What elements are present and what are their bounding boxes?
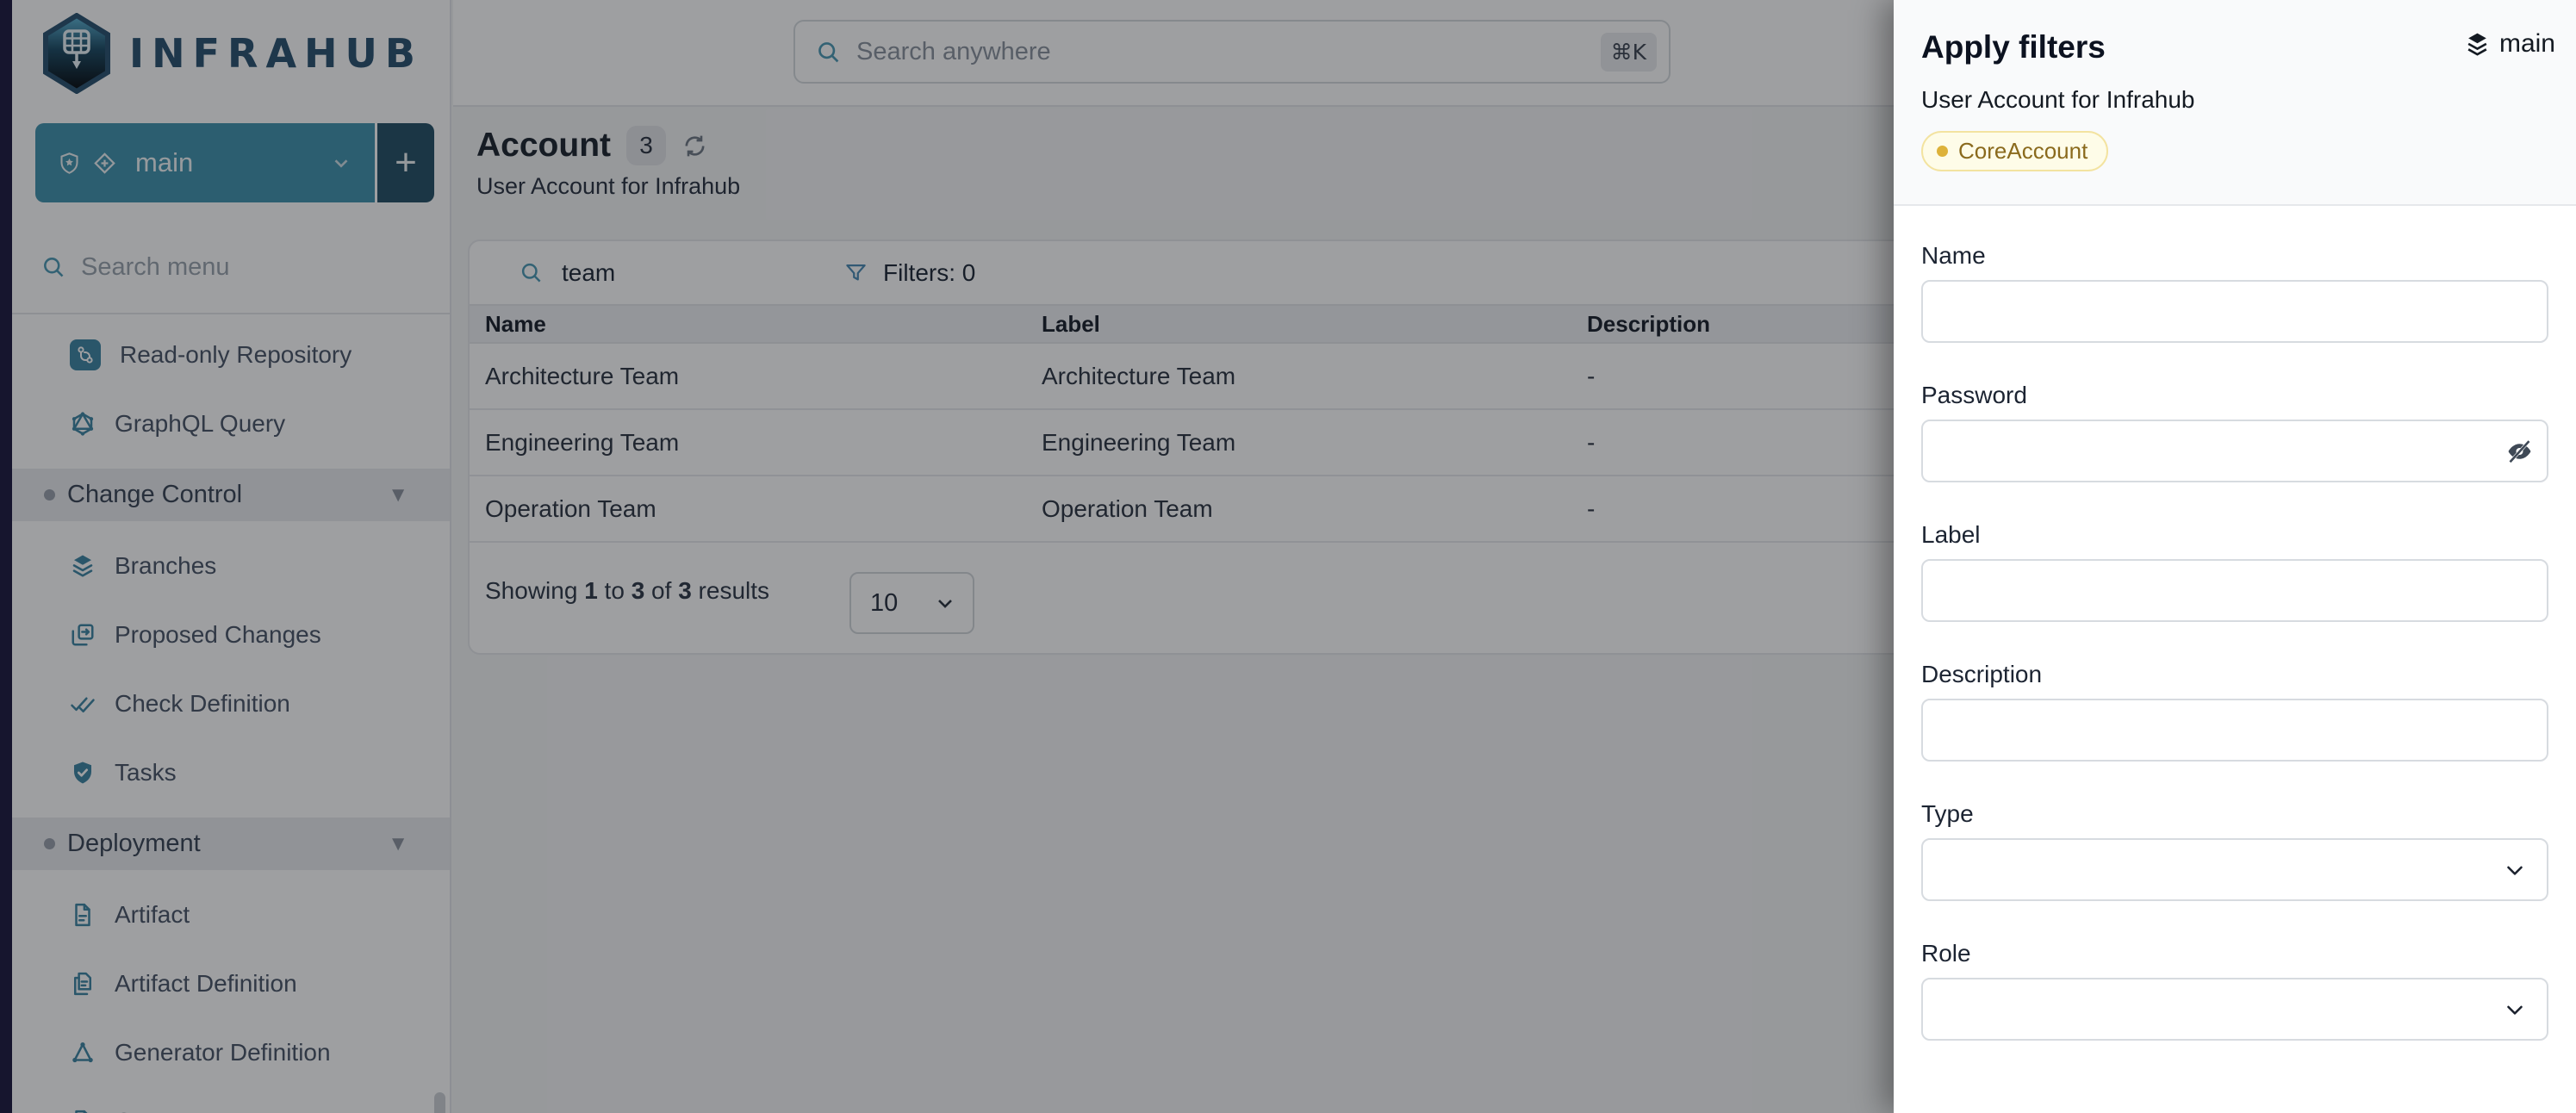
label-input[interactable] <box>1921 559 2548 622</box>
drawer-branch-label: main <box>2499 29 2555 59</box>
layers-icon <box>2464 31 2491 58</box>
label-filter-control <box>1921 559 2548 622</box>
role-filter-control <box>1921 978 2548 1041</box>
password-input[interactable] <box>1921 420 2548 482</box>
description-input[interactable] <box>1921 699 2548 762</box>
drawer-branch-chip: main <box>2464 29 2555 59</box>
infrahub-app: INFRAHUB main <box>0 0 2576 1113</box>
type-select[interactable] <box>1921 838 2548 901</box>
kind-badge: CoreAccount <box>1921 131 2108 171</box>
role-select[interactable] <box>1921 978 2548 1041</box>
chevron-down-icon <box>2502 997 2528 1023</box>
kind-badge-dot <box>1937 146 1948 157</box>
kind-badge-label: CoreAccount <box>1958 138 2088 165</box>
drawer-title: Apply filters <box>1921 29 2106 65</box>
drawer-subtitle: User Account for Infrahub <box>1921 86 2555 114</box>
drawer-body: Name Password Label Description Type Role <box>1894 206 2576 1041</box>
name-input[interactable] <box>1921 280 2548 343</box>
drawer-header: Apply filters main User Account for Infr… <box>1894 0 2576 206</box>
password-filter-control <box>1921 420 2548 482</box>
eye-off-icon[interactable] <box>2506 438 2533 464</box>
apply-filters-drawer: Apply filters main User Account for Infr… <box>1894 0 2576 1113</box>
type-filter-label: Type <box>1921 800 2548 828</box>
chevron-down-icon <box>2502 857 2528 883</box>
description-filter-label: Description <box>1921 661 2548 688</box>
name-filter-label: Name <box>1921 242 2548 270</box>
label-filter-label: Label <box>1921 521 2548 549</box>
description-filter-control <box>1921 699 2548 762</box>
name-filter-control <box>1921 280 2548 343</box>
role-filter-label: Role <box>1921 940 2548 967</box>
type-filter-control <box>1921 838 2548 901</box>
password-filter-label: Password <box>1921 382 2548 409</box>
